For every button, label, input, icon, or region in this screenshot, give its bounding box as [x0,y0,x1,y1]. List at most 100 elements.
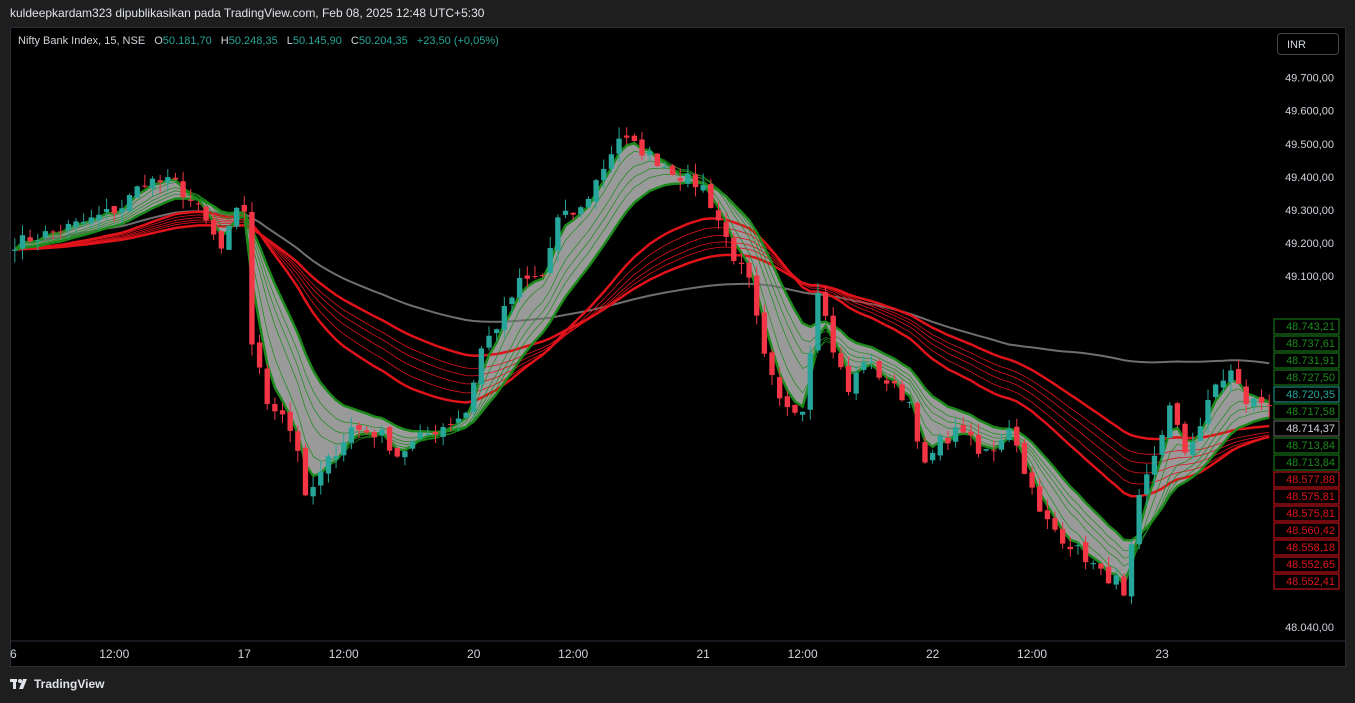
candle-body [1029,472,1035,488]
candle-body [149,178,156,189]
candle-body [815,292,821,351]
candle-body [853,372,859,394]
legend-symbol: Nifty Bank Index, 15, NSE [18,35,146,47]
candle-body [509,297,515,304]
candle-body [218,231,225,249]
candle-body [555,217,561,251]
candlestick-chart[interactable]: 49.700,00 49.600,00 49.500,00 49.400,00 49.3… [0,0,1355,703]
candle-body [539,275,546,277]
candle-body [570,212,576,215]
candle-body [256,342,263,368]
candle-body [417,432,423,439]
candle-body [1212,384,1219,398]
candle-body [562,210,569,215]
x-tick-label: 12:00 [1017,647,1047,661]
candle-body [341,442,347,456]
candle-body [991,450,997,452]
candle-body [723,222,729,237]
candle-body [486,335,492,348]
candle-body [1228,370,1234,383]
currency-button[interactable]: INR [1277,33,1339,55]
candle-body [111,206,117,214]
candle-body [287,411,293,431]
price-tag-label: 48.713,84 [1286,457,1335,469]
candle-body [1052,517,1058,530]
candle-body [1082,542,1089,563]
candle-body [1197,426,1204,441]
candle-body [1037,486,1043,512]
candle-body [746,262,752,278]
candle-body [19,235,26,249]
candle-body [685,173,691,184]
candle-body [1136,495,1142,545]
candle-body [516,277,523,298]
candle-body [463,412,469,418]
price-tag-label: 48.713,84 [1286,440,1335,452]
x-tick-label: 12:00 [99,647,129,661]
price-tag-label: 48.577,88 [1286,474,1335,486]
candle-body [975,434,982,454]
candle-body [868,361,875,363]
candle-body [165,177,171,183]
candle-body [1121,576,1127,596]
candle-body [754,275,760,316]
candle-body [1243,386,1249,404]
candle-body [409,441,416,449]
candle-body [998,440,1005,450]
candle-body [226,225,232,250]
candle-body [233,207,240,227]
candle-body [715,210,722,221]
candle-body [494,329,500,334]
candle-body [799,411,806,415]
price-tag-label: 48.560,42 [1286,525,1335,537]
candle-body [524,275,530,279]
x-tick-label: 6 [10,647,17,661]
candle-body [119,208,125,213]
candle-body [700,185,706,191]
candle-body [769,352,775,375]
candle-body [822,292,829,316]
slow-ema-line-1 [14,214,1270,485]
candle-body [12,249,18,251]
ema-ribbon-fill [14,143,1270,585]
candle-body [631,135,638,141]
candle-body [425,433,431,436]
candle-body [1105,566,1112,584]
chart-legend: Nifty Bank Index, 15, NSE O50.181,70 H50… [18,35,499,47]
price-tag-label: 48.717,58 [1286,406,1335,418]
candle-body [669,165,676,175]
footer-brand[interactable]: TradingView [10,677,104,691]
candle-body [1098,563,1104,569]
candle-body [945,437,951,444]
x-tick-label: 23 [1155,647,1169,661]
candle-body [134,186,140,198]
candle-body [88,217,94,224]
candle-body [264,368,270,405]
candle-body [1235,369,1242,384]
candle-body [1044,510,1051,520]
candle-body [876,361,882,378]
price-tag-label: 48.552,41 [1286,576,1335,588]
x-tick-label: 22 [926,647,940,661]
candle-body [96,214,102,221]
y-tick-label: 49.600,00 [1285,106,1334,118]
candle-body [907,401,913,403]
candle-body [654,153,660,166]
candle-body [884,380,890,384]
y-tick-label: 49.400,00 [1285,172,1334,184]
candle-body [180,181,186,198]
candle-body [1205,400,1211,425]
x-tick-label: 12:00 [558,647,588,661]
candle-body [1151,455,1158,475]
candle-body [1006,428,1012,440]
candle-body [1059,528,1066,544]
candle-body [646,151,653,156]
candle-body [1251,398,1257,407]
x-tick-label: 17 [238,647,252,661]
candle-body [761,312,768,354]
fast-ema-line-4 [14,174,1270,552]
candle-body [333,456,339,459]
candle-body [272,404,278,412]
price-tag-label: 48.737,61 [1286,338,1335,350]
price-tag-label: 48.720,35 [1286,389,1335,401]
